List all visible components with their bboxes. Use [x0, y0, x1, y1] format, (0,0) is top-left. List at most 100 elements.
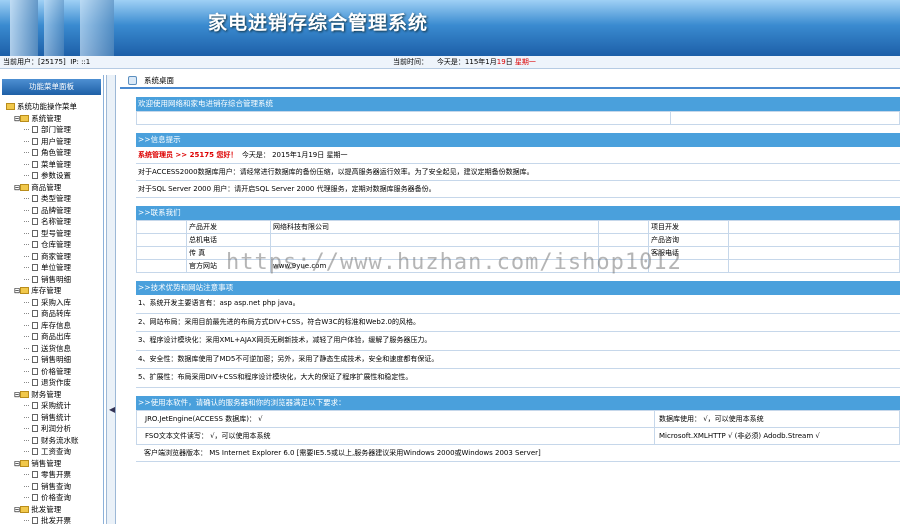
- page-icon: [32, 160, 38, 168]
- page-icon: [32, 448, 38, 455]
- menu-item-label: 销售明细: [41, 274, 71, 284]
- table-cell: [136, 246, 187, 260]
- table-row: JRO.JetEngine(ACCESS 数据库)： √ 数据库使用： √，可以使…: [136, 409, 900, 428]
- welcome-cell: [670, 111, 900, 125]
- menu-item[interactable]: 名称管理: [6, 216, 103, 228]
- requirements-table: JRO.JetEngine(ACCESS 数据库)： √ 数据库使用： √，可以使…: [136, 409, 900, 445]
- menu-item[interactable]: 菜单管理: [6, 159, 103, 171]
- menu-item[interactable]: 参数设置: [6, 170, 103, 182]
- menu-item-label: 批发开票: [41, 516, 71, 524]
- menu-item[interactable]: 商品转库: [6, 308, 103, 320]
- menu-item-label: 财务流水账: [41, 435, 79, 445]
- menu-item[interactable]: 部门管理: [6, 124, 103, 136]
- menu-item[interactable]: 销售明细: [6, 274, 103, 286]
- menu-item[interactable]: 型号管理: [6, 228, 103, 240]
- page-icon: [32, 275, 38, 283]
- table-cell: [598, 233, 649, 247]
- contact-value: 网络科技有限公司: [270, 220, 599, 234]
- menu-group[interactable]: ⊟ 销售管理: [6, 458, 103, 470]
- menu-group-label: 系统管理: [31, 113, 62, 123]
- table-row: FSO文本文件读写： √，可以使用本系统 Microsoft.XMLHTTP √ …: [136, 426, 900, 445]
- menu-item[interactable]: 商家管理: [6, 251, 103, 263]
- menu-item[interactable]: 退货作废: [6, 377, 103, 389]
- tab-desktop[interactable]: 系统桌面: [120, 73, 900, 89]
- contact-key: 总机电话: [186, 233, 271, 247]
- menu-group[interactable]: ⊟ 库存管理: [6, 285, 103, 297]
- menu-item-label: 采购统计: [41, 401, 71, 410]
- menu-item[interactable]: 单位管理: [6, 262, 103, 274]
- menu-item[interactable]: 价格查询: [6, 492, 103, 504]
- page-icon: [32, 206, 38, 214]
- page-icon: [32, 298, 38, 306]
- menu-item[interactable]: 批发开票: [6, 515, 103, 524]
- menu-item-label: 价格查询: [41, 493, 71, 502]
- contact-value: [728, 259, 900, 273]
- menu-item[interactable]: 价格管理: [6, 366, 103, 378]
- page-icon: [32, 264, 38, 271]
- menu-item[interactable]: 角色管理: [6, 147, 103, 159]
- tech-item: 4、安全性：数据库使用了MD5不可逆加密；另外，采用了静态生成技术，安全和速度都…: [136, 351, 900, 369]
- tech-list: 1、系统开发主要语言有：asp asp.net php java。 2、网站布局：…: [136, 295, 900, 388]
- current-time: 当前时间： 今天是：115年1月19日 星期一: [393, 56, 536, 69]
- info-section: >>信息提示 系统管理员 >> 25175 您好！ 今天是： 2015年1月19…: [136, 133, 900, 198]
- menu-item[interactable]: 采购入库: [6, 297, 103, 309]
- menu-item-label: 销售明细: [41, 355, 71, 364]
- menu-item[interactable]: 送货信息: [6, 343, 103, 355]
- page-icon: [32, 149, 38, 156]
- menu-item[interactable]: 利润分析: [6, 423, 103, 435]
- menu-group-label: 销售管理: [31, 458, 62, 468]
- menu-item[interactable]: 类型管理: [6, 193, 103, 205]
- menu-group[interactable]: ⊟ 系统管理: [6, 113, 103, 125]
- tree-root[interactable]: 系统功能操作菜单: [6, 101, 103, 113]
- menu-item[interactable]: 库存信息: [6, 320, 103, 332]
- collapse-arrow-icon[interactable]: ◀: [109, 405, 115, 414]
- splitter[interactable]: ◀: [106, 75, 116, 524]
- time-label: 当前时间：: [393, 58, 428, 66]
- header-banner: 家电进销存综合管理系统: [0, 0, 900, 56]
- page-icon: [32, 137, 38, 145]
- tech-item: 3、程序设计模块化：采用XML+AJAX网页无刷新技术，减轻了用户体验，缓解了服…: [136, 332, 900, 351]
- menu-item-label: 库存信息: [41, 320, 71, 330]
- menu-group[interactable]: ⊟ 商品管理: [6, 182, 103, 194]
- menu-item[interactable]: 零售开票: [6, 469, 103, 481]
- menu-item[interactable]: 销售统计: [6, 412, 103, 424]
- menu-item[interactable]: 工资查询: [6, 446, 103, 458]
- date-day: 19: [496, 58, 506, 66]
- menu-item[interactable]: 商品出库: [6, 331, 103, 343]
- menu-item[interactable]: 采购统计: [6, 400, 103, 412]
- user-id: [25175]: [38, 58, 66, 66]
- menu-item[interactable]: 财务流水账: [6, 435, 103, 447]
- contact-value: [728, 220, 900, 234]
- folder-icon: [20, 114, 30, 122]
- status-bar: 当前用户：[25175] IP: ::1 当前时间： 今天是：115年1月19日…: [0, 56, 900, 69]
- menu-item-label: 采购入库: [41, 297, 71, 307]
- table-cell: [136, 233, 187, 247]
- requirement-cell: Microsoft.XMLHTTP √ (非必须) Adodb.Stream √: [654, 426, 900, 445]
- menu-item[interactable]: 销售查询: [6, 481, 103, 493]
- date-suffix: 日: [505, 58, 513, 66]
- page-icon: [32, 333, 38, 340]
- menu-item[interactable]: 销售明细: [6, 354, 103, 366]
- page-icon: [32, 471, 38, 478]
- sidebar: 功能菜单面板 系统功能操作菜单 ⊟ 系统管理 部门管理 用户管理 角色管理 菜单管理 参数设…: [0, 75, 104, 524]
- menu-item[interactable]: 仓库管理: [6, 239, 103, 251]
- menu-group[interactable]: ⊟ 批发管理: [6, 504, 103, 516]
- page-icon: [32, 494, 38, 501]
- menu-item-label: 角色管理: [41, 148, 71, 157]
- menu-item[interactable]: 品牌管理: [6, 205, 103, 217]
- folder-icon: [20, 459, 30, 467]
- menu-item[interactable]: 用户管理: [6, 136, 103, 148]
- page-icon: [32, 252, 38, 260]
- content: 欢迎使用网络和家电进销存综合管理系统 >>信息提示 系统管理员 >> 25175…: [135, 97, 900, 470]
- weekday: 星期一: [514, 58, 536, 66]
- folder-icon: [20, 505, 30, 513]
- page-icon: [32, 402, 38, 409]
- contact-value: [728, 233, 900, 247]
- page-icon: [32, 413, 38, 421]
- menu-item-label: 仓库管理: [41, 240, 71, 249]
- date-text: 今天是：115年1月: [436, 58, 497, 66]
- menu-item-label: 商品出库: [41, 332, 71, 341]
- menu-group[interactable]: ⊟ 财务管理: [6, 389, 103, 401]
- welcome-table: [135, 111, 900, 125]
- watermark-text: https://www.huzhan.com/ishop1012: [226, 250, 682, 275]
